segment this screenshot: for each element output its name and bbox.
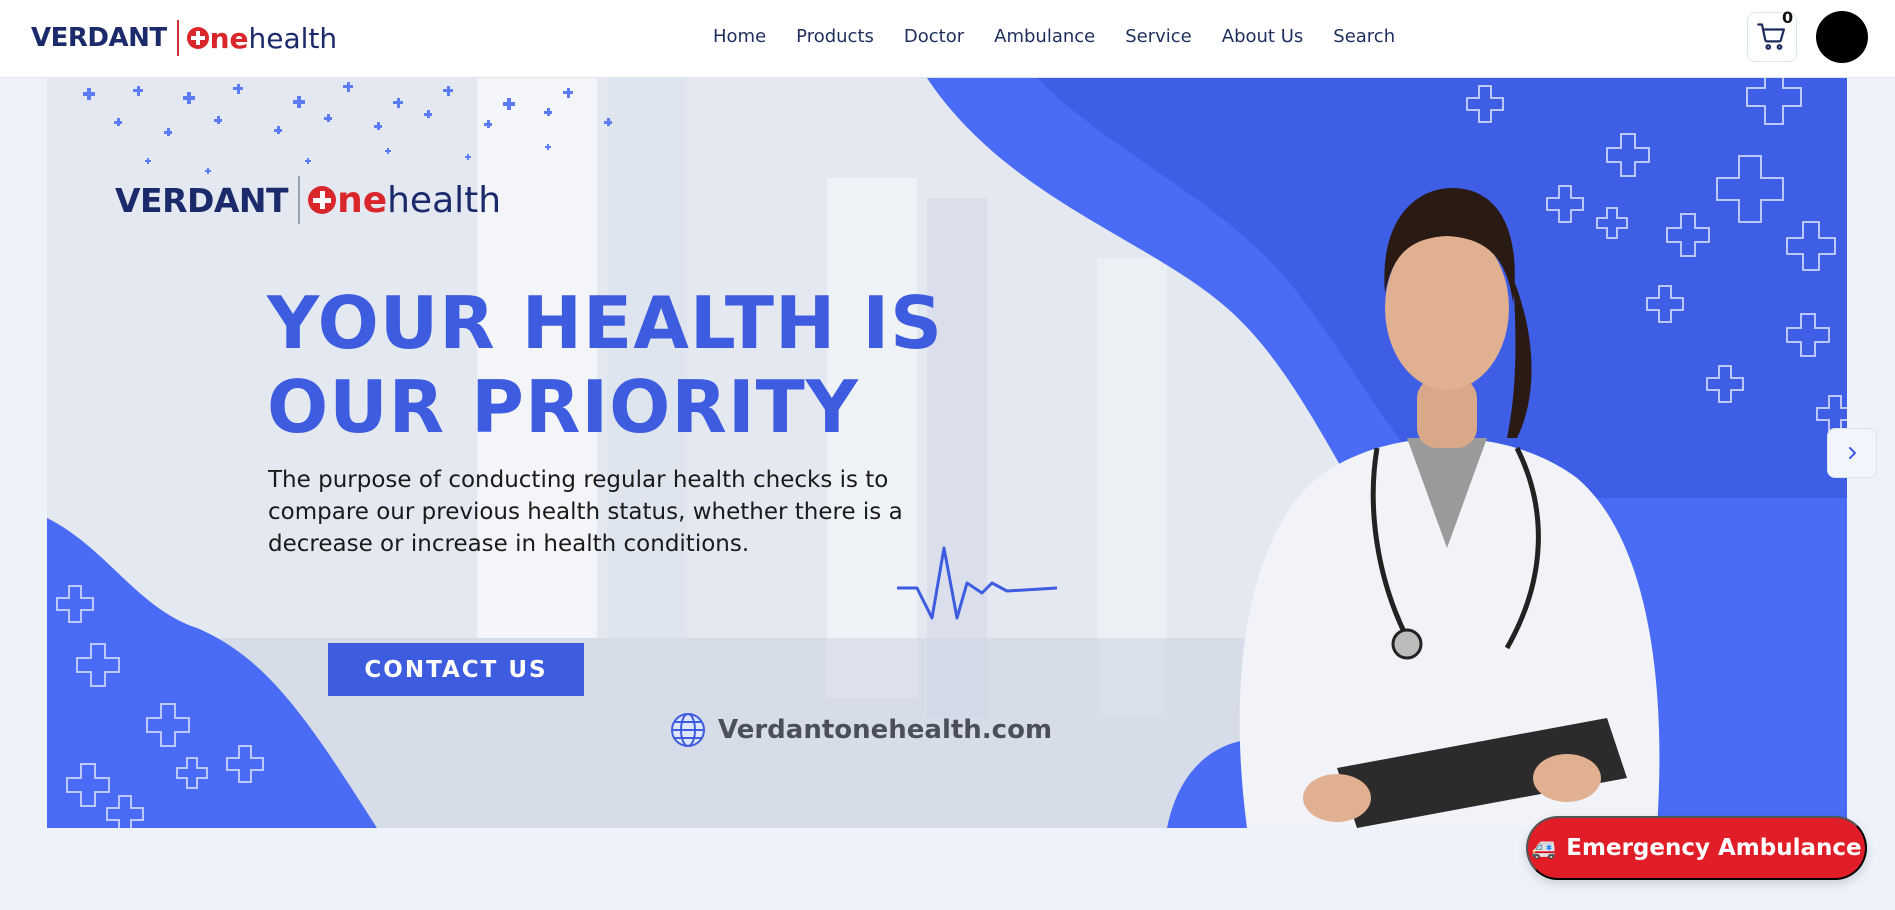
main-nav: Home Products Doctor Ambulance Service A… [713, 25, 1425, 49]
cart-count-badge: 0 [1782, 8, 1794, 27]
headline-line-1: YOUR HEALTH IS [267, 281, 943, 365]
contact-us-button[interactable]: CONTACT US [328, 643, 584, 696]
site-logo[interactable]: VERDANT ne health [31, 18, 337, 58]
emergency-ambulance-button[interactable]: 🚑 Emergency Ambulance [1526, 816, 1867, 880]
logo-divider [176, 20, 179, 56]
nav-products[interactable]: Products [796, 25, 874, 49]
user-avatar[interactable] [1816, 11, 1868, 63]
plus-circle-icon [308, 186, 337, 214]
banner-logo-verdant: VERDANT [115, 180, 289, 220]
top-navbar: VERDANT ne health Home Products Doctor A… [0, 0, 1895, 78]
plus-circle-icon [186, 27, 209, 49]
nav-about-us[interactable]: About Us [1222, 25, 1304, 49]
nav-doctor[interactable]: Doctor [904, 25, 964, 49]
chevron-right-icon [1849, 447, 1856, 459]
banner-logo: VERDANT ne health [115, 176, 501, 224]
logo-one: ne [186, 22, 249, 55]
hero-subtext: The purpose of conducting regular health… [268, 467, 903, 557]
globe-icon [671, 713, 705, 747]
nav-service[interactable]: Service [1125, 25, 1192, 49]
hero-headline: YOUR HEALTH IS OUR PRIORITY [267, 281, 987, 449]
logo-verdant: VERDANT [31, 23, 167, 53]
emergency-label: Emergency Ambulance [1566, 835, 1862, 861]
banner-logo-health: health [387, 179, 502, 221]
logo-health: health [248, 21, 338, 55]
hero-banner: VERDANT ne health YOUR HEALTH IS OUR PRI… [47, 78, 1847, 828]
website-url: Verdantonehealth.com [718, 715, 1053, 745]
carousel-next-button[interactable] [1827, 428, 1877, 478]
headline-line-2: OUR PRIORITY [267, 365, 859, 449]
nav-home[interactable]: Home [713, 25, 766, 49]
ambulance-icon: 🚑 [1531, 836, 1557, 860]
banner-logo-one: ne [308, 180, 387, 221]
website-badge: Verdantonehealth.com [670, 712, 1052, 748]
nav-ambulance[interactable]: Ambulance [994, 25, 1095, 49]
banner-logo-divider [298, 176, 301, 224]
nav-search[interactable]: Search [1333, 25, 1395, 49]
